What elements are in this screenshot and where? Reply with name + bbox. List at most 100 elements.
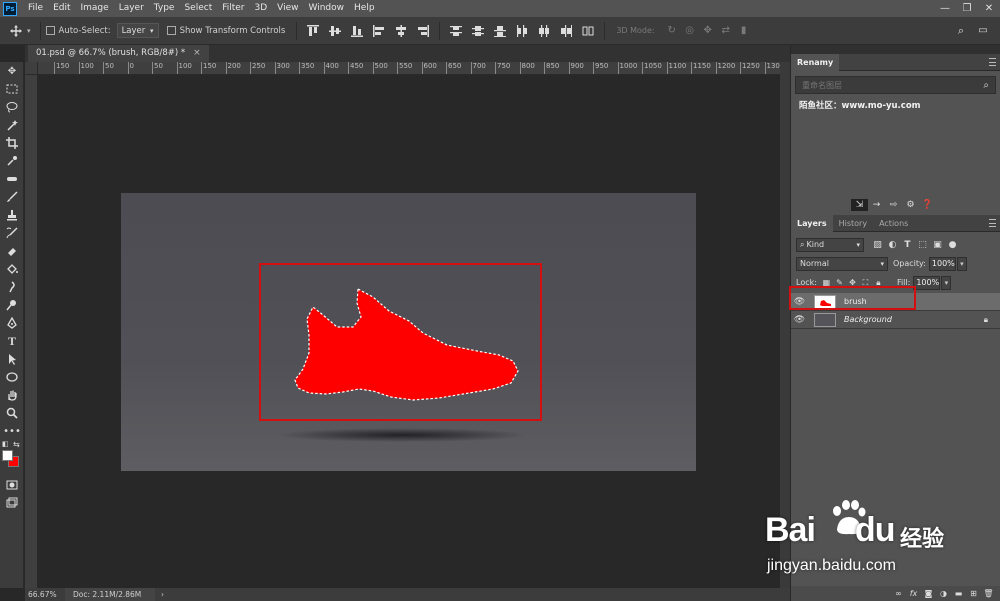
vertical-ruler[interactable] — [25, 75, 38, 588]
smart-object-filter-icon[interactable]: ▣ — [930, 239, 945, 251]
panel-menu-icon[interactable] — [989, 58, 996, 66]
renamy-dock-icon[interactable]: ⇲ — [851, 199, 868, 211]
arrow-right-icon[interactable]: → — [868, 199, 885, 211]
add-mask-icon[interactable]: ◙ — [921, 588, 936, 600]
foreground-color-swatch[interactable] — [2, 450, 13, 461]
fill-arrow-icon[interactable]: ▾ — [941, 275, 952, 290]
distribute-hcenter-icon[interactable] — [536, 24, 552, 38]
new-group-icon[interactable]: ▬ — [951, 588, 966, 600]
align-top-icon[interactable] — [305, 24, 321, 38]
adjustment-layer-icon[interactable]: ◑ — [936, 588, 951, 600]
tool-preset-arrow-icon[interactable]: ▾ — [27, 27, 31, 35]
path-selection-tool-icon[interactable] — [0, 350, 24, 368]
3d-roll-icon[interactable]: ◎ — [683, 25, 697, 37]
close-tab-icon[interactable]: × — [193, 45, 201, 62]
new-layer-icon[interactable]: ⊞ — [966, 588, 981, 600]
tab-history[interactable]: History — [833, 215, 873, 232]
distribute-right-icon[interactable] — [558, 24, 574, 38]
align-bottom-icon[interactable] — [349, 24, 365, 38]
align-right-icon[interactable] — [415, 24, 431, 38]
quick-selection-tool-icon[interactable] — [0, 116, 24, 134]
crop-tool-icon[interactable] — [0, 134, 24, 152]
move-tool-icon[interactable] — [8, 24, 24, 38]
distribute-vcenter-icon[interactable] — [470, 24, 486, 38]
rectangle-tool-icon[interactable] — [0, 368, 24, 386]
quick-mask-icon[interactable] — [0, 476, 24, 494]
tab-layers[interactable]: Layers — [791, 214, 833, 232]
canvas-area[interactable] — [38, 75, 780, 588]
default-colors-icon[interactable]: ◧ — [2, 440, 9, 448]
panel-menu-icon[interactable] — [989, 219, 996, 227]
layer-style-icon[interactable]: fx — [906, 588, 921, 600]
paint-bucket-tool-icon[interactable] — [0, 260, 24, 278]
menu-file[interactable]: File — [23, 0, 48, 17]
opacity-input[interactable]: 100% — [928, 256, 956, 271]
3d-scale-icon[interactable]: ▮ — [737, 25, 751, 37]
menu-view[interactable]: View — [272, 0, 303, 17]
lasso-tool-icon[interactable] — [0, 98, 24, 116]
menu-3d[interactable]: 3D — [250, 0, 273, 17]
healing-brush-tool-icon[interactable] — [0, 170, 24, 188]
brush-tool-icon[interactable] — [0, 188, 24, 206]
fill-input[interactable]: 100% — [913, 275, 941, 290]
status-menu-arrow-icon[interactable]: › — [161, 590, 164, 599]
pen-tool-icon[interactable] — [0, 314, 24, 332]
type-tool-icon[interactable]: T — [0, 332, 24, 350]
opacity-arrow-icon[interactable]: ▾ — [956, 256, 967, 271]
3d-orbit-icon[interactable]: ↻ — [665, 25, 679, 37]
adjustment-filter-icon[interactable]: ◐ — [885, 239, 900, 251]
eraser-tool-icon[interactable] — [0, 242, 24, 260]
hand-tool-icon[interactable] — [0, 386, 24, 404]
menu-edit[interactable]: Edit — [48, 0, 75, 17]
kind-filter-dropdown[interactable]: ⌕ Kind ▾ — [796, 237, 864, 252]
settings-icon[interactable]: ⚙ — [902, 199, 919, 211]
menu-filter[interactable]: Filter — [217, 0, 249, 17]
tab-renamy[interactable]: Renamy — [791, 53, 840, 71]
auto-select-checkbox[interactable] — [45, 26, 55, 35]
3d-pan-icon[interactable]: ✥ — [701, 25, 715, 37]
restore-icon[interactable]: ❐ — [956, 0, 978, 17]
menu-image[interactable]: Image — [76, 0, 114, 17]
distribute-top-icon[interactable] — [448, 24, 464, 38]
layer-name-background[interactable]: Background — [844, 315, 892, 324]
clone-stamp-tool-icon[interactable] — [0, 206, 24, 224]
history-brush-tool-icon[interactable] — [0, 224, 24, 242]
align-left-icon[interactable] — [371, 24, 387, 38]
eyedropper-tool-icon[interactable] — [0, 152, 24, 170]
menu-type[interactable]: Type — [149, 0, 180, 17]
auto-select-dropdown[interactable]: Layer ▾ — [116, 23, 159, 38]
menu-select[interactable]: Select — [179, 0, 217, 17]
blend-mode-dropdown[interactable]: Normal ▾ — [796, 256, 888, 271]
search-icon[interactable]: ⌕ — [954, 24, 968, 37]
shape-filter-icon[interactable]: ⬚ — [915, 239, 930, 251]
auto-align-icon[interactable] — [580, 24, 596, 38]
screen-mode-icon[interactable] — [0, 494, 24, 512]
pixel-filter-icon[interactable]: ▨ — [870, 239, 885, 251]
type-filter-icon[interactable]: T — [900, 239, 915, 251]
move-tool-icon[interactable]: ✥ — [0, 62, 24, 80]
export-icon[interactable]: ⇨ — [885, 199, 902, 211]
eye-icon[interactable]: 👁︎ — [791, 315, 808, 325]
menu-help[interactable]: Help — [349, 0, 380, 17]
horizontal-ruler[interactable]: 150 100 50 0 50 100 150 200 250 300 350 400 450 500 55… — [38, 62, 824, 75]
zoom-tool-icon[interactable] — [0, 404, 24, 422]
delete-layer-icon[interactable]: 🗑︎ — [981, 588, 996, 600]
menu-layer[interactable]: Layer — [114, 0, 149, 17]
help-icon[interactable]: ❓ — [919, 199, 936, 211]
search-icon[interactable]: ⌕ — [983, 80, 989, 91]
close-icon[interactable]: ✕ — [978, 0, 1000, 17]
layer-row-background[interactable]: 👁︎ Background 🔒︎ — [791, 311, 1000, 329]
doc-size[interactable]: Doc: 2.11M/2.86M — [65, 588, 155, 601]
swap-colors-icon[interactable]: ⇆ — [13, 440, 20, 449]
zoom-level[interactable]: 66.67% — [25, 590, 65, 599]
menu-window[interactable]: Window — [304, 0, 350, 17]
link-layers-icon[interactable]: ∞ — [891, 588, 906, 600]
3d-slide-icon[interactable]: ⇄ — [719, 25, 733, 37]
more-tools-icon[interactable]: ••• — [0, 422, 24, 440]
minimize-icon[interactable]: — — [934, 0, 956, 17]
marquee-tool-icon[interactable] — [0, 80, 24, 98]
dodge-tool-icon[interactable] — [0, 296, 24, 314]
distribute-bottom-icon[interactable] — [492, 24, 508, 38]
workspace-icon[interactable]: ▭ — [976, 25, 990, 37]
align-vcenter-icon[interactable] — [327, 24, 343, 38]
